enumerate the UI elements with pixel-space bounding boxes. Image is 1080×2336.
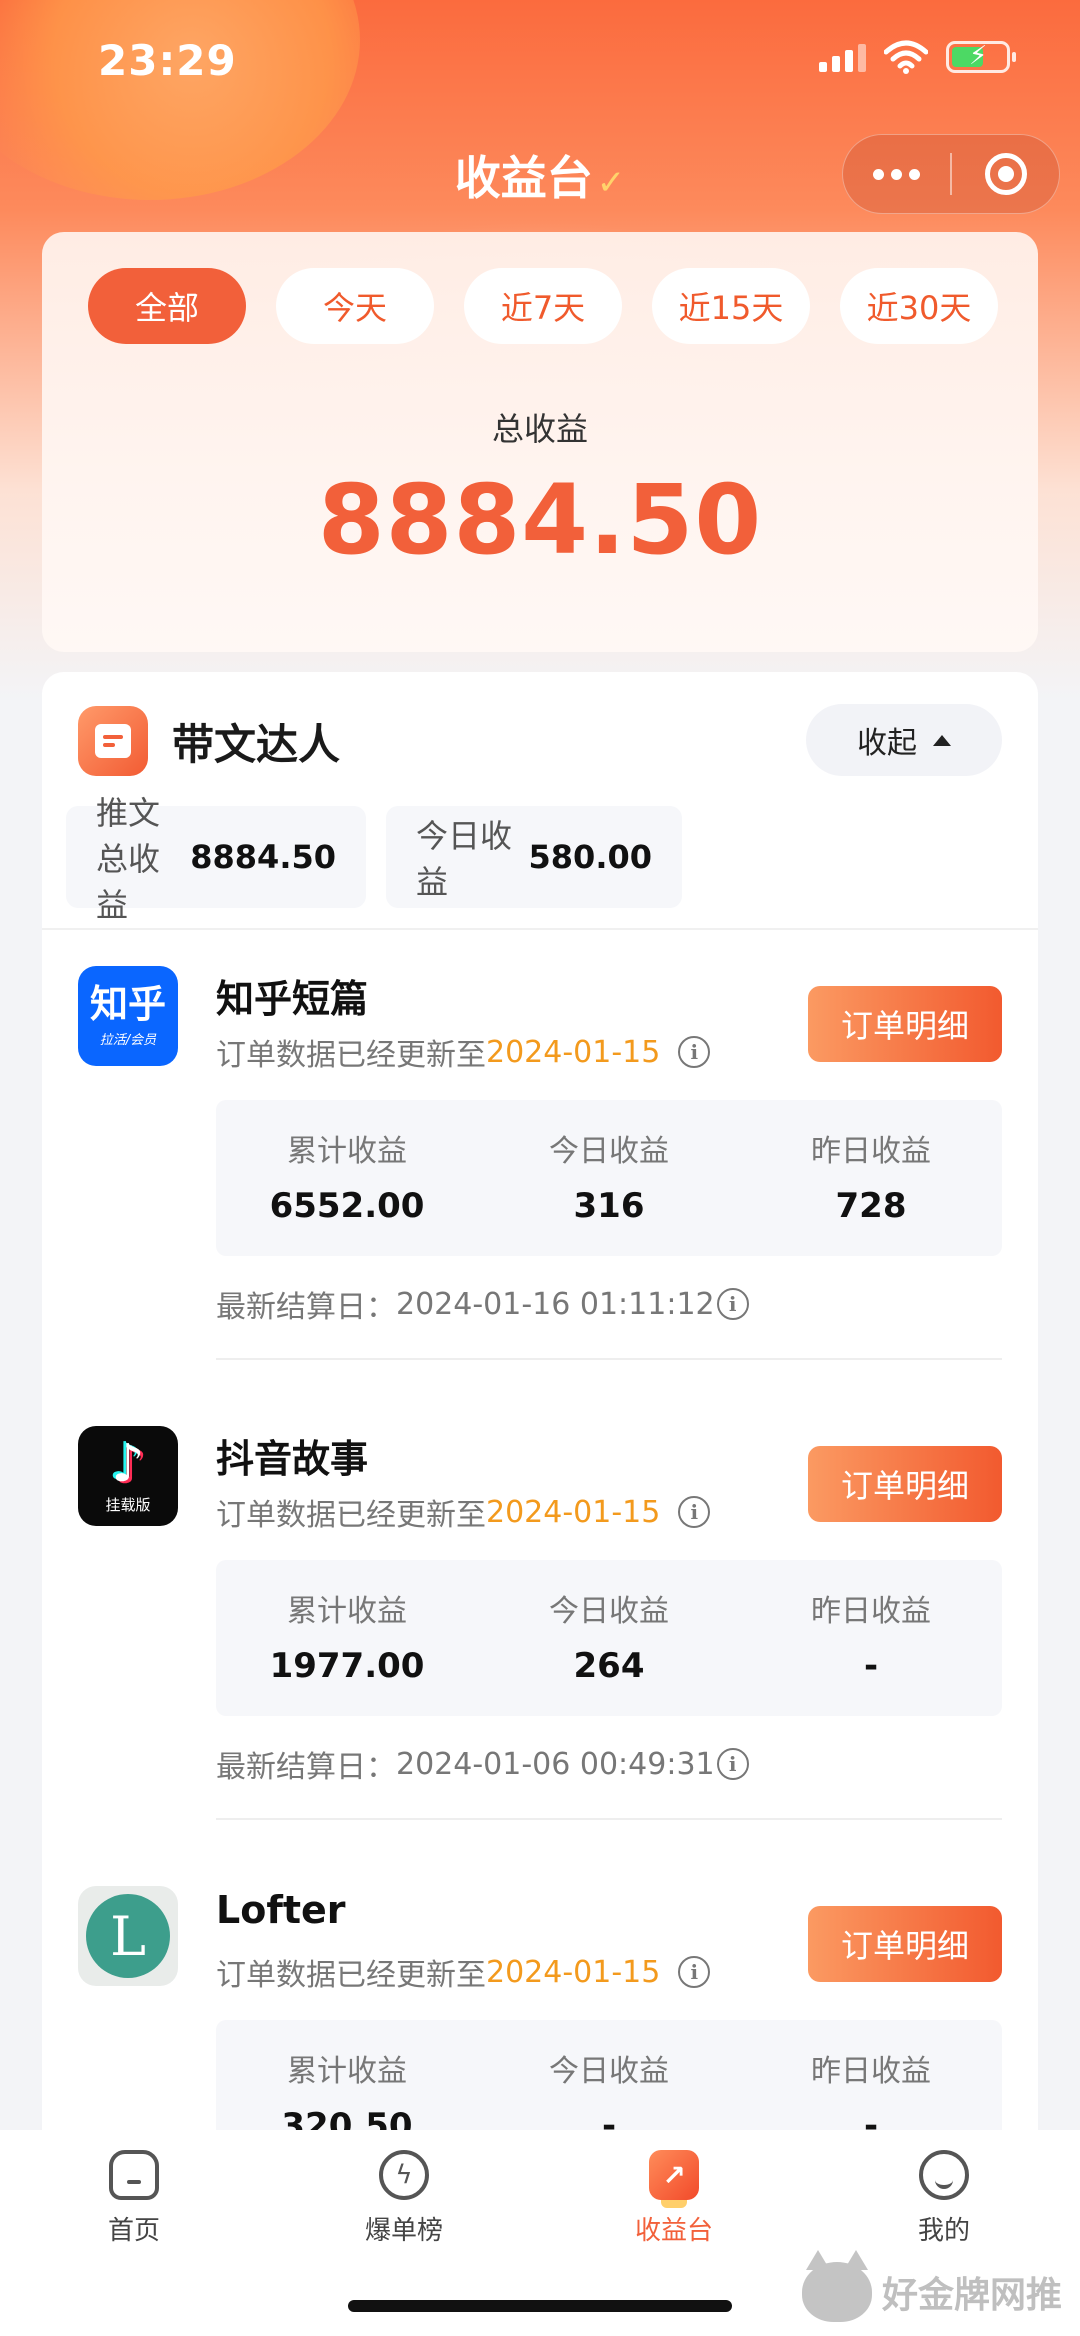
target-icon xyxy=(984,153,1027,195)
collapse-button[interactable]: 收起 xyxy=(806,704,1002,776)
summary-card: 全部 今天 近7天 近15天 近30天 总收益 8884.50 xyxy=(42,232,1038,652)
total-push-earnings: 推文总收益 8884.50 xyxy=(66,794,366,924)
platform-name: Lofter xyxy=(216,1888,346,1932)
earnings-icon: ↗ xyxy=(649,2150,699,2208)
settlement-date: 最新结算日： 2024-01-16 01:11:12 i xyxy=(216,1282,749,1326)
info-icon[interactable]: i xyxy=(716,1288,749,1320)
watermark: 好金牌网推 xyxy=(801,2250,1062,2322)
total-earnings-value: 8884.50 xyxy=(317,464,763,576)
order-detail-button[interactable]: 订单明细 xyxy=(808,1446,1002,1522)
cat-logo-icon xyxy=(801,2250,872,2322)
signal-icon xyxy=(819,42,866,72)
settlement-date: 最新结算日： 2024-01-06 00:49:31 i xyxy=(216,1742,749,1786)
brand-earnings-card: 带文达人 收起 推文总收益 8884.50 今日收益 580.00 知乎 拉活/… xyxy=(42,672,1038,2132)
miniprogram-capsule xyxy=(842,134,1060,214)
order-detail-button[interactable]: 订单明细 xyxy=(808,1906,1002,1982)
filter-today[interactable]: 今天 xyxy=(276,268,434,344)
total-earnings-label: 总收益 xyxy=(491,410,588,448)
filter-7-days[interactable]: 近7天 xyxy=(464,268,622,344)
date-filter-tabs: 全部 今天 近7天 近15天 近30天 xyxy=(88,268,998,344)
earnings-grid: 累计收益 1977.00 今日收益 264 昨日收益 - xyxy=(216,1560,1002,1716)
more-button[interactable] xyxy=(843,135,950,213)
bolt-icon: ϟ xyxy=(379,2150,429,2200)
tab-profile[interactable]: 我的 xyxy=(844,2150,1044,2247)
order-detail-button[interactable]: 订单明细 xyxy=(808,986,1002,1062)
platform-name: 知乎短篇 xyxy=(216,977,369,1021)
caret-up-icon xyxy=(933,734,951,746)
tab-hot-list[interactable]: ϟ 爆单榜 xyxy=(304,2150,504,2247)
close-miniprogram-button[interactable] xyxy=(952,135,1059,213)
update-status: 订单数据已经更新至 2024-01-15 i xyxy=(216,1490,711,1534)
filter-30-days[interactable]: 近30天 xyxy=(840,268,998,344)
earnings-grid: 累计收益 320.50 今日收益 - 昨日收益 - xyxy=(216,2020,1002,2132)
brand-name: 带文达人 xyxy=(172,719,341,769)
update-status: 订单数据已经更新至 2024-01-15 i xyxy=(216,1030,711,1074)
info-icon[interactable]: i xyxy=(678,1036,711,1068)
platform-name: 抖音故事 xyxy=(216,1437,369,1481)
earnings-grid: 累计收益 6552.00 今日收益 316 昨日收益 728 xyxy=(216,1100,1002,1256)
collapse-label: 收起 xyxy=(857,726,917,761)
today-earnings: 今日收益 580.00 xyxy=(386,806,682,908)
platform-item-douyin: ♪ 挂载版 抖音故事 订单数据已经更新至 2024-01-15 i 订单明细 累计… xyxy=(42,1390,1038,1850)
zhihu-logo-icon: 知乎 拉活/会员 xyxy=(78,966,178,1066)
platform-item-lofter: L Lofter 订单数据已经更新至 2024-01-15 i 订单明细 累计收益… xyxy=(42,1850,1038,2132)
filter-15-days[interactable]: 近15天 xyxy=(652,268,810,344)
more-dots-icon xyxy=(873,168,920,180)
info-icon[interactable]: i xyxy=(678,1956,711,1988)
brand-header: 带文达人 xyxy=(78,706,340,776)
tab-home[interactable]: 首页 xyxy=(34,2150,234,2247)
douyin-logo-icon: ♪ 挂载版 xyxy=(78,1426,178,1526)
update-status: 订单数据已经更新至 2024-01-15 i xyxy=(216,1950,711,1994)
platform-item-zhihu: 知乎 拉活/会员 知乎短篇 订单数据已经更新至 2024-01-15 i 订单明细… xyxy=(42,930,1038,1390)
home-indicator[interactable] xyxy=(348,2300,732,2312)
profile-icon xyxy=(919,2150,969,2200)
lofter-logo-icon: L xyxy=(78,1886,178,1986)
home-icon xyxy=(109,2150,159,2200)
status-time: 23:29 xyxy=(98,36,237,85)
status-icons: ⚡ xyxy=(819,40,1016,74)
filter-all[interactable]: 全部 xyxy=(88,268,246,344)
tab-earnings[interactable]: ↗ 收益台 xyxy=(574,2150,774,2247)
document-icon xyxy=(78,706,148,776)
battery-icon: ⚡ xyxy=(946,41,1016,73)
title-check-icon: ✓ xyxy=(596,163,626,203)
wifi-icon xyxy=(884,40,928,74)
info-icon[interactable]: i xyxy=(678,1496,711,1528)
info-icon[interactable]: i xyxy=(716,1748,749,1780)
